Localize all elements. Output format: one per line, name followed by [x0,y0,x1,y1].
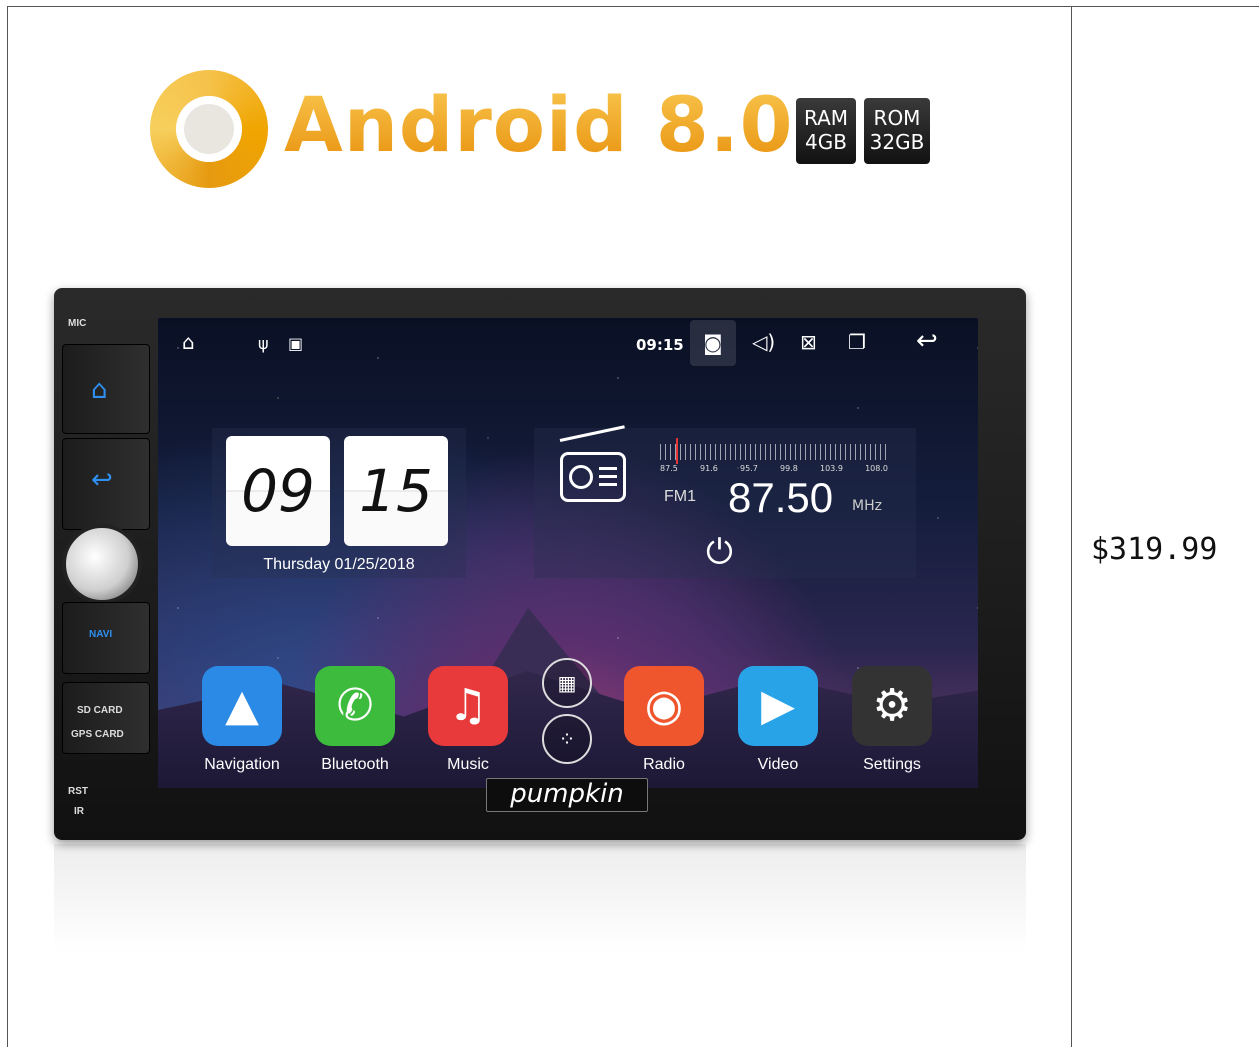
camera-icon[interactable]: ◙ [690,320,736,366]
price-label: $319.99 [1091,532,1218,567]
radio-frequency: 87.50 [728,474,834,521]
rom-label: ROM [873,106,921,130]
clock-date: Thursday 01/25/2018 [263,556,415,573]
rom-chip: ROM 32GB [864,98,930,164]
radio-unit: MHz [852,498,882,514]
price-cell [1070,6,1259,1047]
radio-icon-line [599,467,617,470]
navigation-icon: ▲ [202,666,282,746]
app-bluetooth[interactable]: ✆ Bluetooth [315,666,395,774]
home-icon[interactable]: ⌂ [182,330,195,354]
scale-label: 95.7 [740,464,758,473]
frequency-scale: 87.5 91.6 95.7 99.8 103.9 108.0 [660,438,888,478]
clock-hour: 09 [226,436,330,546]
speaker-icon [569,465,593,489]
android-oreo-logo [150,70,268,188]
radio-icon-line [599,483,617,486]
volume-icon[interactable]: ◁) [752,330,775,354]
device-reflection [54,844,1026,954]
app-label: Bluetooth [321,756,389,773]
frequency-needle [676,438,678,464]
app-drawer-icon[interactable]: ⁘ [542,714,592,764]
navi-label: NAVI [89,629,113,640]
app-settings[interactable]: ⚙ Settings [852,666,932,774]
app-radio[interactable]: ◉ Radio [624,666,704,774]
radio-widget[interactable]: 87.5 91.6 95.7 99.8 103.9 108.0 FM1 87.5… [534,428,916,578]
sd-card-label: SD CARD [77,705,123,716]
music-note-icon: ♫ [428,666,508,746]
scale-labels: 87.5 91.6 95.7 99.8 103.9 108.0 [660,464,888,473]
app-label: Video [757,756,799,773]
app-video[interactable]: ▶ Video [738,666,818,774]
android-version-title: Android 8.0 [284,80,794,169]
radio-icon [560,452,626,502]
play-icon: ▶ [738,666,818,746]
status-time: 09:15 [636,336,684,354]
radio-wave-icon: ◉ [624,666,704,746]
scale-ticks [660,444,888,460]
recent-apps-icon[interactable]: ❐ [848,330,866,354]
rom-value: 32GB [869,130,925,154]
home-hardware-button[interactable]: ⌂ [62,344,150,434]
app-dock: ▲ Navigation ✆ Bluetooth ♫ Music ▦ ⁘ ◉ R… [158,658,978,788]
app-label: Navigation [204,756,280,773]
power-icon[interactable]: ⏻ [706,532,733,572]
back-hardware-button[interactable]: ↩ [62,438,150,530]
usb-icon: ψ [258,334,269,353]
image-icon: ▣ [288,334,304,353]
rst-label: RST [68,786,88,797]
scale-label: 103.9 [820,464,843,473]
app-grid-icon[interactable]: ▦ [542,658,592,708]
side-panel: MIC ⌂ ↩ NAVI SD CARD GPS CARD RST IR [54,288,150,840]
gear-icon: ⚙ [852,666,932,746]
clock-minute: 15 [344,436,448,546]
phone-icon: ✆ [315,666,395,746]
scale-label: 91.6 [700,464,718,473]
ram-label: RAM [803,106,849,130]
scale-label: 87.5 [660,464,678,473]
brand-logo: pumpkin [486,778,648,812]
back-icon[interactable]: ↩ [916,326,938,356]
radio-icon-line [599,475,617,478]
app-navigation[interactable]: ▲ Navigation [202,666,282,774]
scale-label: 108.0 [865,464,888,473]
navi-hardware-button[interactable]: NAVI [62,602,150,674]
status-bar: ⌂ ψ ▣ 09:15 ◙ ◁) ⊠ ❐ ↩ [158,318,978,368]
android-banner: Android 8.0 RAM 4GB ROM 32GB [150,70,940,190]
app-label: Radio [643,756,685,773]
ram-chip: RAM 4GB [796,98,856,164]
card-slot: SD CARD GPS CARD [62,682,150,754]
close-icon[interactable]: ⊠ [800,330,817,354]
ir-label: IR [74,806,84,817]
app-label: Settings [863,756,921,773]
radio-band: FM1 [664,488,696,505]
back-icon: ↩ [91,465,113,495]
ram-value: 4GB [805,130,847,154]
scale-label: 99.8 [780,464,798,473]
app-music[interactable]: ♫ Music [428,666,508,774]
app-label: Music [447,756,489,773]
volume-knob[interactable] [62,524,142,604]
touch-screen: ⌂ ψ ▣ 09:15 ◙ ◁) ⊠ ❐ ↩ 09 15 Thursday 01… [158,318,978,788]
clock-widget[interactable]: 09 15 Thursday 01/25/2018 [212,428,466,578]
mic-label: MIC [68,318,87,329]
car-stereo-device: MIC ⌂ ↩ NAVI SD CARD GPS CARD RST IR ⌂ ψ… [54,288,1026,840]
home-icon: ⌂ [91,375,108,405]
gps-card-label: GPS CARD [71,729,124,740]
